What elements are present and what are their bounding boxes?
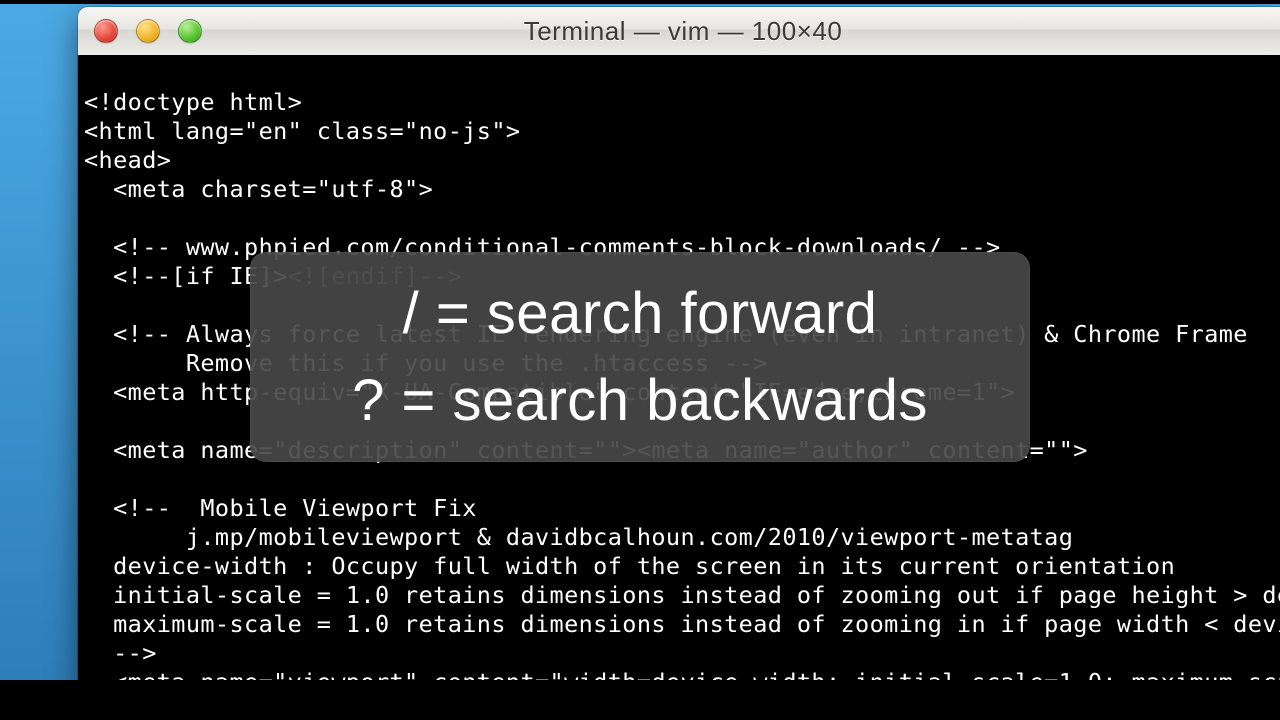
code-line: <head> <box>84 146 171 174</box>
code-line: j.mp/mobileviewport & davidbcalhoun.com/… <box>84 523 1073 551</box>
zoom-icon[interactable] <box>178 19 202 43</box>
code-line: device-width : Occupy full width of the … <box>84 552 1175 580</box>
letterbox-bottom <box>0 680 1280 720</box>
overlay-line-1: / = search forward <box>403 270 878 357</box>
desktop-background: Terminal — vim — 100×40 <!doctype html> … <box>0 0 1280 720</box>
code-line: --> <box>84 639 157 667</box>
code-line: initial-scale = 1.0 retains dimensions i… <box>84 581 1280 609</box>
close-icon[interactable] <box>94 19 118 43</box>
code-line: <meta charset="utf-8"> <box>84 175 433 203</box>
code-line: <!-- Mobile Viewport Fix <box>84 494 477 522</box>
window-titlebar[interactable]: Terminal — vim — 100×40 <box>78 7 1280 56</box>
code-line: <!doctype html> <box>84 88 302 116</box>
overlay-line-2: ? = search backwards <box>352 357 928 444</box>
minimize-icon[interactable] <box>136 19 160 43</box>
window-title: Terminal — vim — 100×40 <box>78 16 1280 47</box>
code-line: maximum-scale = 1.0 retains dimensions i… <box>84 610 1280 638</box>
window-controls <box>94 19 202 43</box>
help-overlay: / = search forward ? = search backwards <box>250 252 1030 462</box>
letterbox-top <box>0 0 1280 4</box>
code-line: <html lang="en" class="no-js"> <box>84 117 520 145</box>
